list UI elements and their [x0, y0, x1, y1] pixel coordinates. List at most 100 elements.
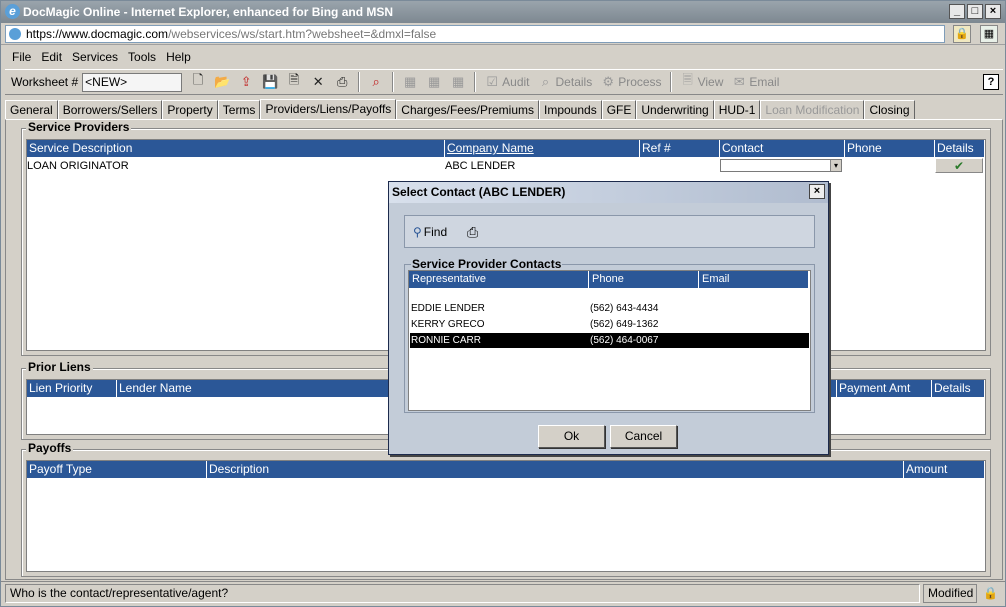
payoffs-title: Payoffs [26, 441, 74, 455]
view-icon[interactable]: 🗏 [680, 72, 696, 90]
toolbar-separator [392, 72, 395, 92]
search-document-icon[interactable]: ⌕ [368, 74, 384, 90]
column-header[interactable]: Ref # [640, 140, 720, 157]
print-icon[interactable]: ⎙ [334, 74, 350, 90]
process-button[interactable]: Process [618, 75, 661, 89]
minimize-button[interactable]: _ [949, 4, 965, 19]
site-icon [9, 28, 21, 40]
find-button[interactable]: ⚲ Find [413, 225, 447, 239]
calculator-icon[interactable]: ▦ [402, 74, 418, 90]
menu-tools[interactable]: Tools [123, 50, 161, 64]
app-toolbar: Worksheet # <NEW> 🗋 📂 ⇪ 💾 🗎 ✕ ⎙ ⌕ ▦ ▦ ▦ … [5, 69, 1003, 95]
column-header[interactable]: Description [207, 461, 904, 478]
audit-button[interactable]: Audit [502, 75, 529, 89]
tab-providers-liens-payoffs[interactable]: Providers/Liens/Payoffs [260, 99, 397, 120]
menu-bar: File Edit Services Tools Help [1, 46, 1005, 68]
window-title: DocMagic Online - Internet Explorer, enh… [23, 5, 394, 19]
menu-help[interactable]: Help [161, 50, 196, 64]
chevron-down-icon[interactable]: ▾ [830, 160, 841, 171]
ok-button[interactable]: Ok [538, 425, 605, 448]
column-header[interactable]: Payment Amt [837, 380, 932, 397]
tab-borrowers-sellers[interactable]: Borrowers/Sellers [57, 100, 163, 119]
contact-phone: (562) 643-4434 [590, 303, 659, 314]
menu-file[interactable]: File [7, 50, 36, 64]
help-icon[interactable]: ? [983, 74, 999, 90]
toolbar-separator [474, 72, 477, 92]
details-button[interactable]: ✔ [935, 158, 983, 173]
column-header[interactable]: Payoff Type [27, 461, 207, 478]
worksheet-label: Worksheet # [11, 75, 79, 89]
details-icon[interactable]: ⌕ [538, 74, 554, 90]
find-label: Find [423, 225, 448, 239]
toolbar-separator [669, 72, 672, 92]
binoculars-icon: ⚲ [413, 225, 422, 239]
tab-underwriting[interactable]: Underwriting [636, 100, 714, 119]
delete-icon[interactable]: ✕ [310, 74, 326, 90]
column-header[interactable]: Contact [720, 140, 845, 157]
column-header[interactable]: Service Description [27, 140, 445, 157]
contact-row-selected[interactable]: RONNIE CARR (562) 464-0067 [410, 333, 809, 348]
tab-hud-1[interactable]: HUD-1 [713, 100, 761, 119]
worksheet-number-field[interactable]: <NEW> [82, 72, 183, 92]
column-header[interactable]: Amount [904, 461, 985, 478]
contact-row[interactable]: KERRY GRECO (562) 649-1362 [410, 317, 809, 332]
view-button[interactable]: View [698, 75, 724, 89]
status-message: Who is the contact/representative/agent? [5, 584, 920, 603]
tab-impounds[interactable]: Impounds [539, 100, 602, 119]
open-folder-icon[interactable]: 📂 [214, 74, 230, 90]
process-icon[interactable]: ⚙ [600, 74, 616, 90]
compatibility-icon[interactable]: ▦ [980, 25, 998, 43]
calculator-icon-2[interactable]: ▦ [426, 74, 442, 90]
new-document-icon[interactable]: 🗋 [190, 72, 206, 90]
tab-charges-fees-premiums[interactable]: Charges/Fees/Premiums [396, 100, 539, 119]
contact-name: RONNIE CARR [411, 335, 482, 346]
column-header[interactable]: Details [932, 380, 985, 397]
save-icon[interactable]: 💾 [262, 74, 278, 90]
email-icon[interactable]: ✉ [731, 74, 747, 90]
column-header[interactable]: Email [699, 271, 809, 288]
close-icon[interactable]: × [809, 184, 825, 199]
column-header[interactable]: Details [935, 140, 985, 157]
close-window-button[interactable]: × [985, 4, 1001, 19]
dialog-title: Select Contact (ABC LENDER) [389, 182, 828, 203]
url-prefix: https://www. [26, 27, 91, 41]
import-icon[interactable]: ⇪ [238, 74, 254, 90]
contact-phone: (562) 464-0067 [590, 335, 659, 346]
title-bar: e DocMagic Online - Internet Explorer, e… [1, 1, 1005, 23]
payoffs-group: Payoffs Payoff Type Description Amount [21, 441, 991, 577]
status-state: Modified [923, 584, 977, 603]
contact-row[interactable]: EDDIE LENDER (562) 643-4434 [410, 301, 809, 316]
cancel-button[interactable]: Cancel [610, 425, 677, 448]
audit-icon[interactable]: ☑ [484, 74, 500, 90]
tab-general[interactable]: General [5, 100, 58, 119]
tab-loan-modification[interactable]: Loan Modification [760, 100, 865, 119]
details-button[interactable]: Details [556, 75, 593, 89]
tab-property[interactable]: Property [162, 100, 218, 119]
column-header[interactable]: Representative [409, 271, 589, 288]
column-header[interactable]: Phone [845, 140, 935, 157]
tab-terms[interactable]: Terms [217, 100, 261, 119]
print-icon[interactable]: ⎙ [467, 224, 478, 241]
email-button[interactable]: Email [749, 75, 779, 89]
tab-closing[interactable]: Closing [864, 100, 915, 119]
lock-icon: 🔒 [983, 586, 998, 600]
security-lock-icon[interactable]: 🔒 [953, 25, 971, 43]
prior-liens-title: Prior Liens [26, 360, 93, 374]
maximize-button[interactable]: □ [967, 4, 983, 19]
tab-gfe[interactable]: GFE [601, 100, 637, 119]
column-header[interactable]: Lien Priority [27, 380, 117, 397]
status-bar: Who is the contact/representative/agent?… [1, 581, 1005, 605]
payoffs-grid: Payoff Type Description Amount [26, 460, 986, 572]
select-contact-dialog: Select Contact (ABC LENDER) × ⚲ Find ⎙ S… [388, 181, 829, 455]
company-name-cell: ABC LENDER [445, 160, 516, 172]
column-header[interactable]: Company Name [445, 140, 640, 157]
column-header[interactable]: Phone [589, 271, 699, 288]
checkmark-icon: ✔ [953, 159, 965, 173]
contact-select[interactable]: ▾ [720, 159, 842, 172]
menu-services[interactable]: Services [67, 50, 123, 64]
calculator-icon-3[interactable]: ▦ [450, 74, 466, 90]
url-field[interactable]: https://www.docmagic.com/webservices/ws/… [5, 25, 945, 43]
menu-edit[interactable]: Edit [36, 50, 67, 64]
save-as-icon[interactable]: 🗎 [286, 72, 302, 90]
service-provider-contacts-group: Service Provider Contacts Representative… [404, 257, 815, 413]
